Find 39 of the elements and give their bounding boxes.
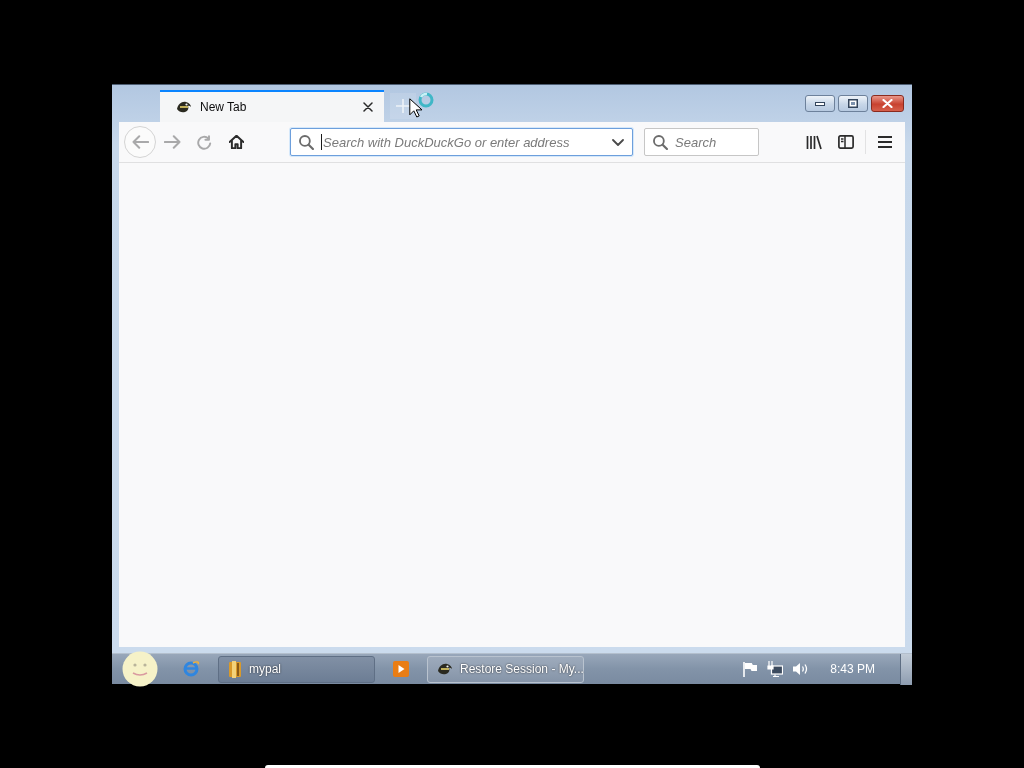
minimize-button[interactable] (805, 95, 835, 112)
forward-arrow-icon (163, 135, 181, 149)
maximize-button[interactable] (838, 95, 868, 112)
volume-icon[interactable] (792, 661, 809, 677)
clock[interactable]: 8:43 PM (830, 662, 875, 676)
address-input[interactable]: Search with DuckDuckGo or enter address (323, 132, 599, 152)
search-input[interactable]: Search (675, 132, 752, 152)
back-arrow-icon (131, 135, 149, 149)
taskbar-window-button[interactable]: mypal (218, 655, 375, 683)
busy-ring-icon (418, 92, 434, 108)
plus-icon (396, 99, 410, 113)
close-icon (882, 99, 893, 108)
logo-icon (176, 100, 192, 114)
show-desktop-button[interactable] (900, 653, 912, 685)
menu-icon (878, 136, 892, 148)
play-icon (393, 661, 409, 677)
chevron-down-icon (612, 138, 624, 146)
maximize-icon (848, 99, 858, 108)
address-bar[interactable]: Search with DuckDuckGo or enter address (290, 128, 633, 156)
library-icon (806, 134, 822, 150)
search-bar[interactable]: Search (644, 128, 759, 156)
search-icon (299, 134, 314, 150)
reload-icon (196, 134, 212, 150)
taskbar-window-button[interactable]: Restore Session - My... (427, 655, 584, 683)
flag-icon[interactable] (742, 661, 759, 677)
folder-icon (228, 660, 242, 678)
minimize-icon (815, 101, 825, 106)
sidebar-icon (838, 135, 854, 149)
close-button[interactable] (871, 95, 904, 112)
start-orb-icon[interactable] (122, 650, 158, 687)
search-icon (653, 134, 668, 150)
logo-icon (437, 662, 453, 676)
network-icon[interactable] (767, 661, 784, 677)
browser-icon (182, 660, 200, 678)
tab[interactable]: New Tab (160, 90, 384, 122)
home-icon (228, 135, 244, 149)
text-caret-icon (321, 134, 322, 150)
pointer-cursor-icon (409, 98, 422, 118)
close-icon (363, 102, 373, 112)
